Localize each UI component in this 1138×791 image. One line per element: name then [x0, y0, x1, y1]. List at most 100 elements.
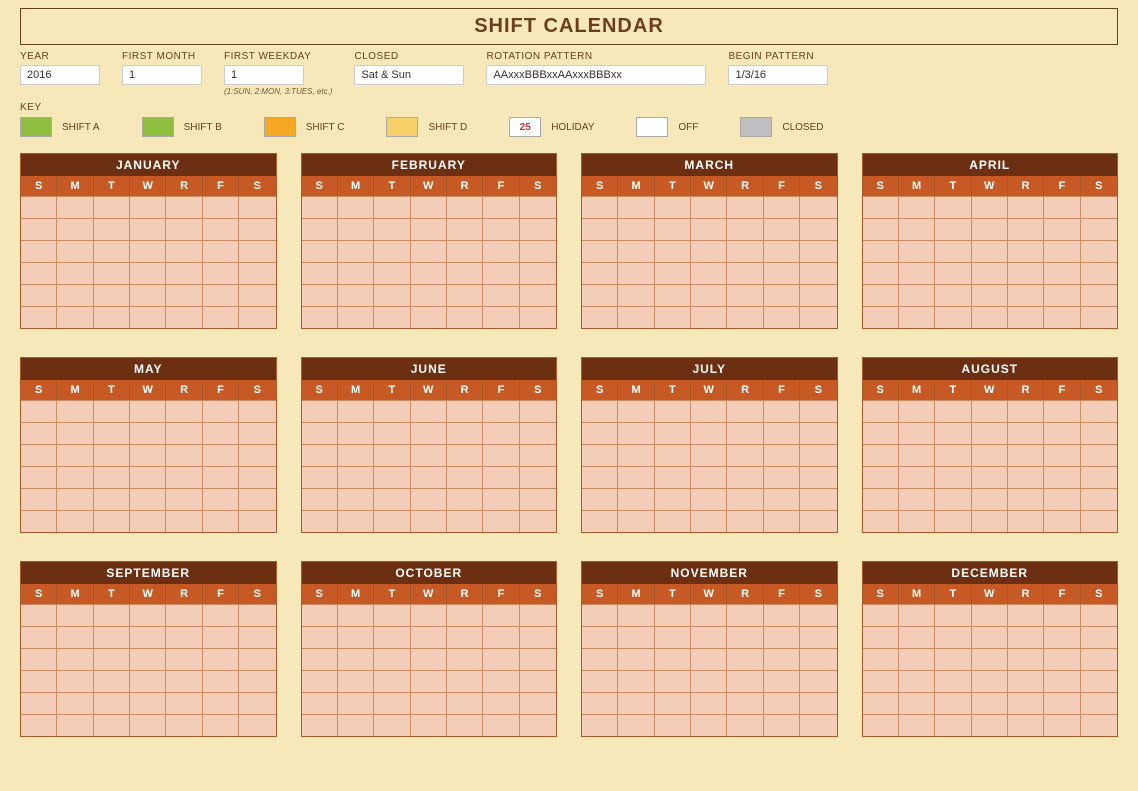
- day-cell[interactable]: [727, 714, 763, 736]
- day-cell[interactable]: [618, 196, 654, 218]
- day-cell[interactable]: [57, 306, 93, 328]
- day-cell[interactable]: [483, 714, 519, 736]
- day-cell[interactable]: [863, 488, 899, 510]
- day-cell[interactable]: [94, 400, 130, 422]
- day-cell[interactable]: [1044, 218, 1080, 240]
- day-cell[interactable]: [302, 422, 338, 444]
- day-cell[interactable]: [483, 466, 519, 488]
- day-cell[interactable]: [1081, 692, 1117, 714]
- day-cell[interactable]: [239, 400, 275, 422]
- day-cell[interactable]: [374, 692, 410, 714]
- day-cell[interactable]: [655, 714, 691, 736]
- day-cell[interactable]: [130, 218, 166, 240]
- day-cell[interactable]: [935, 670, 971, 692]
- day-cell[interactable]: [203, 444, 239, 466]
- day-cell[interactable]: [972, 284, 1008, 306]
- day-cell[interactable]: [655, 218, 691, 240]
- day-cell[interactable]: [203, 196, 239, 218]
- day-cell[interactable]: [935, 196, 971, 218]
- day-cell[interactable]: [972, 262, 1008, 284]
- day-cell[interactable]: [239, 510, 275, 532]
- day-cell[interactable]: [863, 306, 899, 328]
- day-cell[interactable]: [239, 648, 275, 670]
- day-cell[interactable]: [94, 488, 130, 510]
- day-cell[interactable]: [582, 262, 618, 284]
- day-cell[interactable]: [411, 444, 447, 466]
- day-cell[interactable]: [166, 692, 202, 714]
- day-cell[interactable]: [655, 626, 691, 648]
- day-cell[interactable]: [972, 670, 1008, 692]
- day-cell[interactable]: [447, 444, 483, 466]
- day-cell[interactable]: [691, 400, 727, 422]
- day-cell[interactable]: [800, 284, 836, 306]
- day-cell[interactable]: [1081, 306, 1117, 328]
- day-cell[interactable]: [239, 714, 275, 736]
- day-cell[interactable]: [483, 692, 519, 714]
- day-cell[interactable]: [302, 444, 338, 466]
- day-cell[interactable]: [1008, 400, 1044, 422]
- day-cell[interactable]: [374, 714, 410, 736]
- day-cell[interactable]: [800, 444, 836, 466]
- day-cell[interactable]: [483, 306, 519, 328]
- day-cell[interactable]: [863, 604, 899, 626]
- day-cell[interactable]: [447, 262, 483, 284]
- day-cell[interactable]: [691, 692, 727, 714]
- day-cell[interactable]: [582, 510, 618, 532]
- day-cell[interactable]: [166, 196, 202, 218]
- day-cell[interactable]: [1081, 510, 1117, 532]
- day-cell[interactable]: [302, 466, 338, 488]
- day-cell[interactable]: [203, 306, 239, 328]
- day-cell[interactable]: [582, 626, 618, 648]
- day-cell[interactable]: [972, 218, 1008, 240]
- day-cell[interactable]: [57, 648, 93, 670]
- day-cell[interactable]: [94, 466, 130, 488]
- begin-pattern-input[interactable]: [728, 65, 828, 85]
- day-cell[interactable]: [374, 284, 410, 306]
- day-cell[interactable]: [483, 196, 519, 218]
- day-cell[interactable]: [483, 218, 519, 240]
- day-cell[interactable]: [582, 196, 618, 218]
- day-cell[interactable]: [520, 196, 556, 218]
- day-cell[interactable]: [302, 670, 338, 692]
- day-cell[interactable]: [57, 692, 93, 714]
- day-cell[interactable]: [1008, 196, 1044, 218]
- day-cell[interactable]: [618, 218, 654, 240]
- day-cell[interactable]: [447, 510, 483, 532]
- day-cell[interactable]: [203, 510, 239, 532]
- day-cell[interactable]: [582, 670, 618, 692]
- day-cell[interactable]: [203, 714, 239, 736]
- day-cell[interactable]: [899, 648, 935, 670]
- day-cell[interactable]: [57, 262, 93, 284]
- day-cell[interactable]: [972, 422, 1008, 444]
- day-cell[interactable]: [727, 604, 763, 626]
- day-cell[interactable]: [935, 714, 971, 736]
- day-cell[interactable]: [863, 262, 899, 284]
- day-cell[interactable]: [935, 488, 971, 510]
- day-cell[interactable]: [239, 466, 275, 488]
- year-input[interactable]: [20, 65, 100, 85]
- day-cell[interactable]: [520, 714, 556, 736]
- day-cell[interactable]: [691, 670, 727, 692]
- day-cell[interactable]: [899, 488, 935, 510]
- day-cell[interactable]: [520, 510, 556, 532]
- day-cell[interactable]: [447, 714, 483, 736]
- day-cell[interactable]: [618, 306, 654, 328]
- day-cell[interactable]: [94, 510, 130, 532]
- day-cell[interactable]: [130, 626, 166, 648]
- day-cell[interactable]: [1044, 648, 1080, 670]
- day-cell[interactable]: [411, 466, 447, 488]
- day-cell[interactable]: [691, 466, 727, 488]
- day-cell[interactable]: [764, 400, 800, 422]
- day-cell[interactable]: [411, 400, 447, 422]
- day-cell[interactable]: [764, 714, 800, 736]
- day-cell[interactable]: [1081, 714, 1117, 736]
- day-cell[interactable]: [302, 714, 338, 736]
- day-cell[interactable]: [1008, 670, 1044, 692]
- day-cell[interactable]: [863, 444, 899, 466]
- day-cell[interactable]: [582, 466, 618, 488]
- day-cell[interactable]: [1008, 466, 1044, 488]
- day-cell[interactable]: [582, 488, 618, 510]
- day-cell[interactable]: [972, 466, 1008, 488]
- day-cell[interactable]: [302, 400, 338, 422]
- day-cell[interactable]: [520, 626, 556, 648]
